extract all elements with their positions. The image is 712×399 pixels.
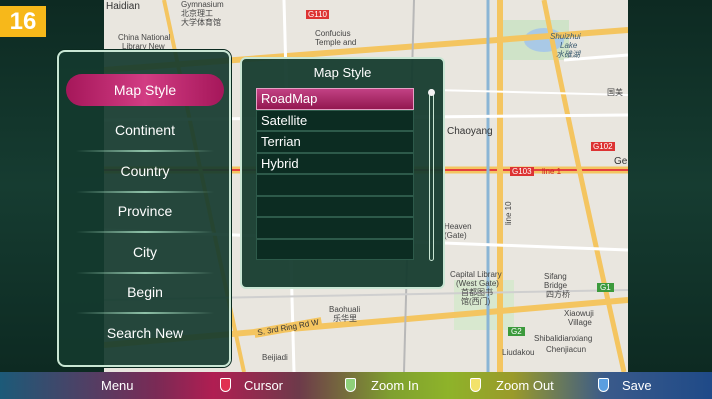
menu-separator [76,231,214,233]
menu-item-label: Province [117,203,173,219]
map-label: (Gate) [444,231,467,240]
map-label: G102 [591,142,615,151]
map-label: Village [568,318,592,327]
map-label: Chenjiacun [546,345,587,354]
red-key-icon [220,378,231,392]
menu-item-continent[interactable]: Continent [66,114,224,152]
menu-item-label: Country [120,163,170,179]
map-label: 水碓湖 [556,50,580,59]
list-scrollbar[interactable] [428,89,435,261]
tv-screen: Haidian Gymnasium 北京理工 大学体育馆 China Natio… [0,0,712,399]
blue-key-icon [598,378,609,392]
map-label: Ge [614,156,628,167]
map-label: Sifang [544,272,567,281]
list-item-roadmap[interactable]: RoadMap [256,88,414,110]
cursor-hint[interactable]: Cursor [244,372,283,399]
map-label: China National [118,33,171,42]
map-label: (West Gate) [456,279,499,288]
menu-separator [76,150,214,152]
bottom-hint-bar: Menu Cursor Zoom In Zoom Out Save [0,372,712,399]
yellow-key-icon [470,378,481,392]
right-frame [628,0,712,372]
map-label: Lake [560,41,578,50]
menu-item-label: City [132,244,158,260]
map-label: Xiaowuji [564,309,594,318]
map-label: Temple and [315,38,357,47]
map-label: Baohuali [329,305,361,314]
menu-item-label: Search New [106,325,184,341]
map-label: Shibalidianxiang [534,334,593,343]
map-label: Bridge [544,281,568,290]
list-item-empty [256,174,414,196]
map-label: G1 [597,283,614,292]
menu-item-begin[interactable]: Begin [66,276,224,314]
menu-item-label: Begin [127,284,163,300]
map-label: Beijiadi [262,353,288,362]
map-label: 馆(西门) [461,297,491,306]
list-item-empty [256,195,414,217]
map-label: line 1 [542,167,562,176]
map-label: Shuizhui [550,32,581,41]
zoom-out-hint[interactable]: Zoom Out [496,372,554,399]
menu-item-label: Map Style [113,82,177,98]
map-label: G2 [508,327,525,336]
list-item-satellite[interactable]: Satellite [256,109,414,131]
menu-separator [76,312,214,314]
list-item-empty [256,217,414,239]
map-label: 首都图书 [461,288,493,297]
save-hint[interactable]: Save [622,372,652,399]
map-label: 北京理工 [181,9,213,18]
map-style-panel: Map Style RoadMap Satellite Terrian Hybr… [240,57,445,289]
map-label: Gymnasium [181,0,224,9]
page-number-badge: 16 [0,6,46,37]
list-item-terrian[interactable]: Terrian [256,131,414,153]
main-menu-panel: Map Style Continent Country Province Cit… [57,50,231,367]
menu-item-city[interactable]: City [66,236,224,274]
map-label: G103 [510,167,534,176]
menu-item-search-new[interactable]: Search New [66,317,224,349]
map-label: Confucius [315,29,351,38]
map-label: Heaven [444,222,472,231]
map-label: G110 [306,10,329,19]
map-label: Liudakou [502,348,535,357]
menu-separator [76,191,214,193]
menu-item-province[interactable]: Province [66,195,224,233]
map-style-list: RoadMap Satellite Terrian Hybrid [256,88,414,260]
menu-hint[interactable]: Menu [101,372,134,399]
map-label: Capital Library [450,270,502,279]
list-item-empty [256,238,414,260]
map-label: Chaoyang [447,126,493,137]
map-label: Haidian [106,1,140,12]
green-key-icon [345,378,356,392]
menu-item-country[interactable]: Country [66,155,224,193]
map-label: 大学体育馆 [181,18,221,27]
zoom-in-hint[interactable]: Zoom In [371,372,419,399]
map-label: 国美 [607,88,623,97]
map-label: 四方桥 [546,290,570,299]
panel-title: Map Style [313,65,372,80]
menu-item-map-style[interactable]: Map Style [66,74,224,106]
list-item-hybrid[interactable]: Hybrid [256,152,414,174]
map-label: line 10 [504,201,513,225]
map-label: 乐华里 [333,314,357,323]
scroll-thumb[interactable] [428,89,435,96]
menu-item-label: Continent [115,122,175,138]
menu-separator [76,272,214,274]
